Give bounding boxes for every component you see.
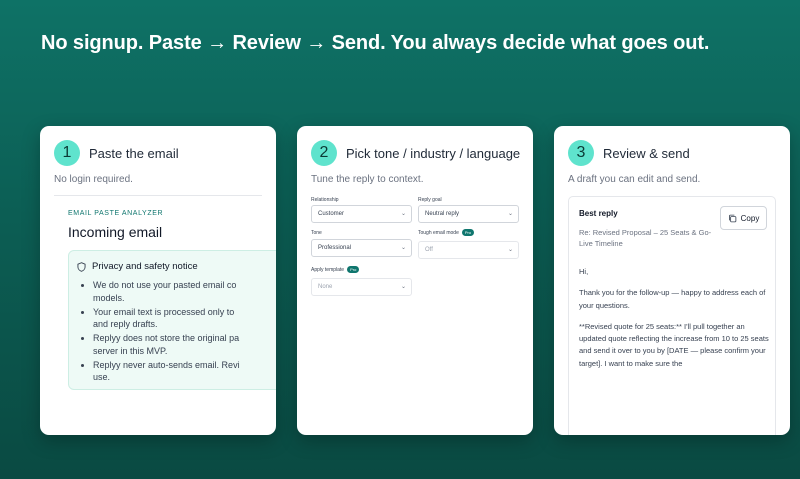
- step-card-review: 3 Review & send A draft you can edit and…: [554, 126, 790, 435]
- step-card-tone: 2 Pick tone / industry / language Tune t…: [297, 126, 533, 435]
- template-select[interactable]: None ⌄: [311, 278, 412, 296]
- list-item: We do not use your pasted email comodels…: [93, 279, 276, 304]
- reply-paragraph: Thank you for the follow-up — happy to a…: [579, 288, 766, 310]
- step-number: 2: [311, 140, 337, 166]
- analyzer-label: EMAIL PASTE ANALYZER: [68, 210, 164, 217]
- tone-select[interactable]: Professional ⌄: [311, 239, 412, 257]
- tough-mode-label: Tough email mode Pro: [418, 229, 475, 236]
- step-title: Review & send: [603, 145, 690, 161]
- reply-goal-select[interactable]: Neutral reply ⌄: [418, 205, 519, 223]
- step-header: 3 Review & send: [568, 140, 690, 166]
- step-title: Pick tone / industry / language: [346, 145, 521, 161]
- list-item: Your email text is processed only toand …: [93, 306, 276, 331]
- relationship-label: Relationship: [311, 197, 339, 203]
- pro-badge: Pro: [347, 266, 360, 273]
- chevron-down-icon: ⌄: [400, 211, 406, 217]
- reply-goal-label: Reply goal: [418, 197, 442, 203]
- reply-paragraph: **Revised quote for 25 seats:** I'll pul…: [579, 321, 769, 368]
- step-subtitle: A draft you can edit and send.: [568, 174, 701, 185]
- privacy-notice: Privacy and safety notice We do not use …: [68, 250, 276, 390]
- divider: [54, 195, 262, 196]
- step-header: 2 Pick tone / industry / language: [311, 140, 520, 166]
- pro-badge: Pro: [461, 229, 475, 236]
- analyzer-title: Incoming email: [68, 224, 163, 240]
- chevron-down-icon: ⌄: [507, 247, 513, 253]
- step-title: Paste the email: [89, 145, 179, 161]
- copy-icon: [728, 214, 736, 222]
- list-item: Replyy never auto-sends email. Reviuse.: [93, 359, 276, 384]
- notice-list: We do not use your pasted email comodels…: [93, 279, 276, 385]
- chevron-down-icon: ⌄: [400, 284, 406, 290]
- reply-greeting: Hi,: [579, 267, 589, 276]
- copy-button[interactable]: Copy: [720, 206, 767, 230]
- chevron-down-icon: ⌄: [400, 245, 406, 251]
- copy-label: Copy: [740, 213, 760, 223]
- step-header: 1 Paste the email: [54, 140, 179, 166]
- step-card-paste: 1 Paste the email No login required. EMA…: [40, 126, 276, 435]
- step-subtitle: Tune the reply to context.: [311, 174, 424, 185]
- template-label: Apply template Pro: [311, 266, 360, 273]
- reply-preview: Best reply Copy Re: Revised Proposal – 2…: [568, 196, 776, 435]
- shield-icon: [77, 261, 86, 272]
- list-item: Replyy does not store the original paser…: [93, 332, 276, 357]
- chevron-down-icon: ⌄: [507, 211, 513, 217]
- tone-label: Tone: [311, 230, 322, 236]
- step-subtitle: No login required.: [54, 174, 133, 185]
- tough-mode-select[interactable]: Off ⌄: [418, 241, 519, 259]
- reply-title: Best reply: [579, 209, 618, 218]
- relationship-select[interactable]: Customer ⌄: [311, 205, 412, 223]
- reply-body[interactable]: Hi, Thank you for the follow-up — happy …: [579, 266, 769, 379]
- notice-title: Privacy and safety notice: [92, 261, 198, 272]
- step-number: 3: [568, 140, 594, 166]
- step-number: 1: [54, 140, 80, 166]
- headline: No signup. Paste → Review → Send. You al…: [41, 32, 710, 54]
- reply-subject: Re: Revised Proposal – 25 Seats & Go-Liv…: [579, 228, 712, 248]
